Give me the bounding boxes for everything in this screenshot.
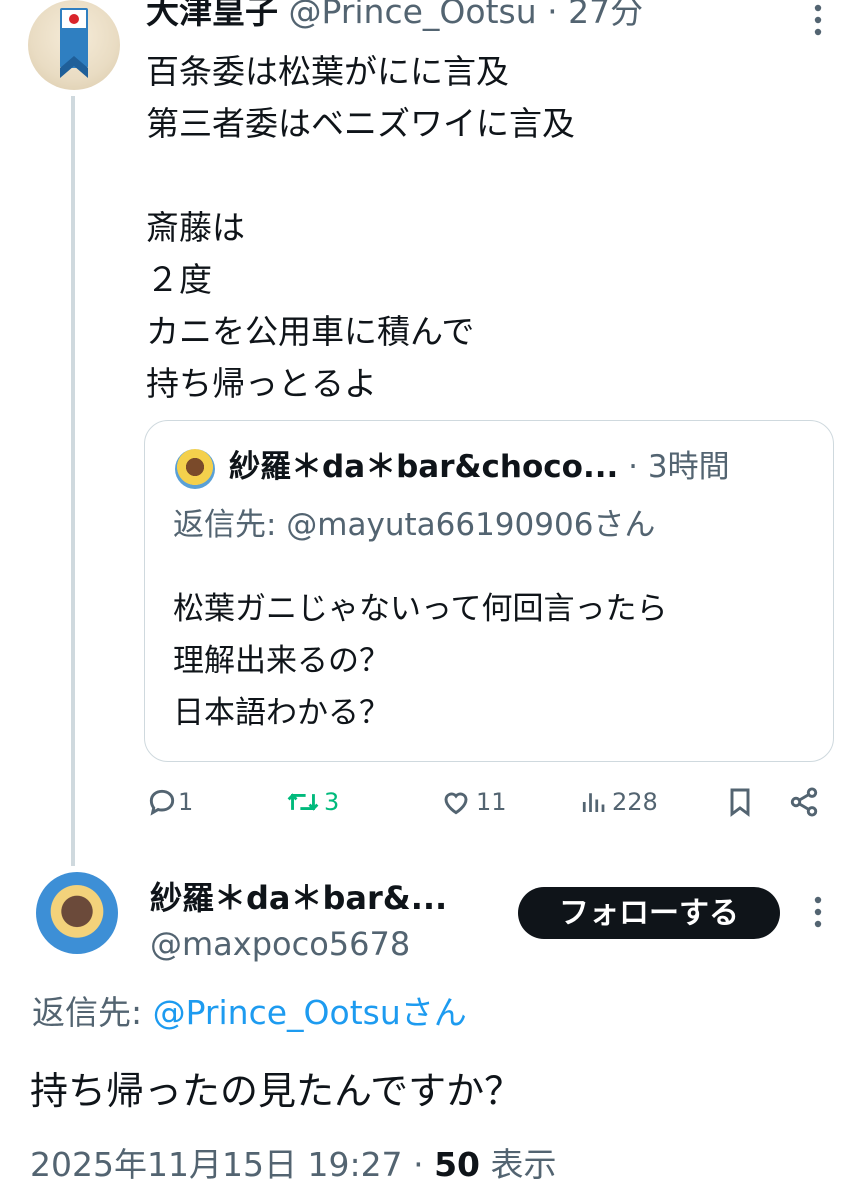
views-button[interactable]: 228 (578, 786, 658, 818)
retweet-icon (287, 793, 319, 811)
more-vertical-icon[interactable] (804, 892, 832, 932)
avatar (175, 449, 215, 489)
reply-button[interactable]: 1 (146, 786, 193, 818)
view-count: 228 (612, 788, 658, 816)
like-count: 11 (476, 788, 507, 816)
handle[interactable]: @Prince_Ootsu (289, 0, 537, 31)
display-name[interactable]: 大津皇子 (146, 0, 278, 31)
like-button[interactable]: 11 (440, 786, 507, 818)
tweet-author: 大津皇子 @Prince_Ootsu · 27分 (146, 0, 643, 30)
bookmark-button[interactable] (724, 786, 756, 818)
views-label: 表示 (490, 1145, 557, 1184)
view-count: 50 (434, 1145, 480, 1184)
follow-button[interactable]: フォローする (518, 887, 780, 939)
reply-to: 返信先: @mayuta66190906さん (173, 507, 656, 543)
flag-pin-icon (60, 8, 88, 78)
like-icon (444, 792, 468, 815)
quoted-text: 松葉ガニじゃないって何回言ったら 理解出来るの？ 日本語わかる？ (173, 591, 668, 731)
timestamp: 3時間 (647, 449, 730, 485)
timestamp[interactable]: 27分 (568, 0, 643, 31)
retweet-count: 3 (324, 788, 340, 816)
quoted-tweet[interactable]: 紗羅＊da＊bar&choco... · 3時間 返信先: @mayuta661… (144, 420, 834, 762)
views-icon (582, 793, 605, 812)
action-bar: 1 3 11 228 (0, 786, 864, 826)
thread-line (71, 96, 75, 866)
reply-icon (149, 789, 175, 816)
reply-to-suffix: さん (400, 993, 467, 1032)
avatar[interactable] (36, 872, 118, 954)
tweet-meta: 2025年11月15日 19:27 · 50 表示 (30, 1142, 557, 1188)
tweet-text: 持ち帰ったの見たんですか？ (30, 1069, 523, 1113)
reply-to-handle-link[interactable]: @Prince_Ootsu (153, 993, 401, 1032)
quoted-author: 紗羅＊da＊bar&choco... · 3時間 (229, 447, 730, 487)
handle[interactable]: @maxpoco5678 (150, 924, 410, 964)
separator: · (628, 449, 639, 485)
more-vertical-icon[interactable] (804, 0, 832, 40)
reply-count: 1 (178, 788, 194, 816)
display-name[interactable]: 紗羅＊da＊bar&... (150, 879, 447, 917)
separator: · (413, 1145, 424, 1184)
tweet-text: 百条委は松葉がにに言及 第三者委はベニズワイに言及 斎藤は ２度 カニを公用車に… (146, 52, 575, 403)
avatar[interactable] (28, 0, 120, 90)
share-icon (790, 787, 818, 817)
share-button[interactable] (788, 786, 820, 818)
bookmark-icon (730, 788, 750, 817)
timestamp[interactable]: 2025年11月15日 19:27 (30, 1145, 403, 1184)
separator: · (547, 0, 558, 31)
reply-to: 返信先: @Prince_Ootsuさん (32, 990, 467, 1036)
reply-author: 紗羅＊da＊bar&... (150, 880, 447, 916)
reply-to-prefix: 返信先: (32, 993, 153, 1032)
retweet-button[interactable]: 3 (286, 786, 339, 818)
display-name: 紗羅＊da＊bar&choco... (229, 449, 619, 485)
